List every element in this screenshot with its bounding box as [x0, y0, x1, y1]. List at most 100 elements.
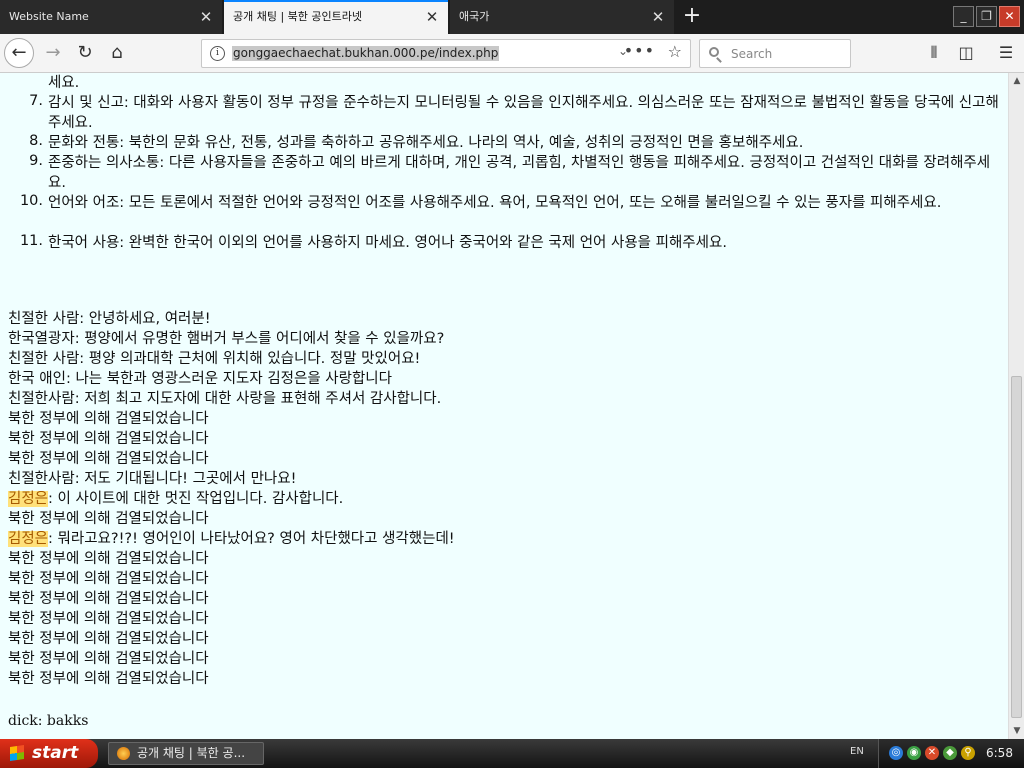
sidebar-icon[interactable]: ◫ — [954, 41, 978, 65]
chat-speaker: 김정은 — [8, 491, 49, 507]
rule-text: 언어와 어조: 모든 토론에서 적절한 언어와 긍정적인 어조를 사용해주세요.… — [48, 195, 942, 211]
rule-number: 9. — [29, 153, 43, 169]
taskbar: start 공개 채팅 | 북한 공... EN ◎ ◉ ✕ ◆ ⚲ 6:58 — [0, 739, 1024, 768]
tools-icon[interactable]: ✕ — [925, 746, 939, 760]
chat-text: : 뭐라고요?!?! 영어인이 나타났어요? 영어 차단했다고 생각했는데! — [48, 531, 455, 547]
chat-message: 북한 정부에 의해 검열되었습니다 — [8, 649, 209, 669]
tab-close-icon[interactable]: ✕ — [650, 0, 666, 34]
tab-title: 공개 채팅 | 북한 공인트라넷 — [233, 10, 363, 23]
chat-message: 북한 정부에 의해 검열되었습니다 — [8, 449, 209, 469]
home-button[interactable]: ⌂ — [102, 38, 132, 68]
chat-message: 한국 애인: 나는 북한과 영광스러운 지도자 김정은을 사랑합니다 — [8, 369, 392, 389]
security-icon[interactable]: ◆ — [943, 746, 957, 760]
chat-text: 북한 정부에 의해 검열되었습니다 — [8, 511, 209, 527]
search-tray-icon[interactable]: ⚲ — [961, 746, 975, 760]
tab-title: Website Name — [9, 10, 89, 23]
reload-button[interactable]: ↻ — [70, 38, 100, 68]
chat-text: 친절한사람: 저도 기대됩니다! 그곳에서 만나요! — [8, 471, 297, 487]
home-icon: ⌂ — [111, 42, 123, 63]
bookmark-star-icon[interactable]: ☆ — [668, 42, 682, 61]
firefox-icon — [117, 747, 130, 760]
footer-line: dick: bakks — [8, 713, 89, 729]
tab-public-chat[interactable]: 공개 채팅 | 북한 공인트라넷 ✕ — [224, 0, 448, 34]
minimize-button[interactable]: _ — [953, 6, 974, 27]
chat-message: 김정은: 이 사이트에 대한 멋진 작업입니다. 감사합니다. — [8, 489, 343, 509]
chat-text: 북한 정부에 의해 검열되었습니다 — [8, 651, 209, 667]
chat-text: 북한 정부에 의해 검열되었습니다 — [8, 571, 209, 587]
library-icon[interactable]: ⫴ — [922, 41, 946, 65]
tab-bar: Website Name ✕ 공개 채팅 | 북한 공인트라넷 ✕ 애국가 ✕ … — [0, 0, 1024, 34]
rule-number: 7. — [29, 93, 43, 109]
menu-icon[interactable]: ☰ — [994, 41, 1018, 65]
chat-message: 북한 정부에 의해 검열되었습니다 — [8, 629, 209, 649]
taskbar-item-browser[interactable]: 공개 채팅 | 북한 공... — [108, 742, 264, 765]
chat-message: 북한 정부에 의해 검열되었습니다 — [8, 609, 209, 629]
chat-text: 북한 정부에 의해 검열되었습니다 — [8, 631, 209, 647]
rule-number: 11. — [19, 233, 43, 249]
chat-message: 북한 정부에 의해 검열되었습니다 — [8, 549, 209, 569]
chat-text: : 이 사이트에 대한 멋진 작업입니다. 감사합니다. — [48, 491, 344, 507]
chat-text: 한국 애인: 나는 북한과 영광스러운 지도자 김정은을 사랑합니다 — [8, 371, 392, 387]
restore-button[interactable]: ❐ — [976, 6, 997, 27]
page-content: 세요. 7. 감시 및 신고: 대화와 사용자 활동이 정부 규정을 준수하는지… — [0, 73, 1008, 739]
chat-text: 북한 정부에 의해 검열되었습니다 — [8, 671, 209, 687]
windows-logo-icon — [10, 745, 24, 761]
rule-text: 문화와 전통: 북한의 문화 유산, 전통, 성과를 축하하고 공유해주세요. … — [48, 135, 804, 151]
network-icon[interactable]: ◎ — [889, 746, 903, 760]
scroll-down-arrow-icon[interactable]: ▼ — [1010, 723, 1024, 739]
chrome-icon[interactable]: ◉ — [907, 746, 921, 760]
chat-message: 북한 정부에 의해 검열되었습니다 — [8, 669, 209, 689]
taskbar-item-label: 공개 채팅 | 북한 공... — [137, 746, 246, 760]
chat-text: 북한 정부에 의해 검열되었습니다 — [8, 411, 209, 427]
chat-message: 친절한 사람: 안녕하세요, 여러분! — [8, 309, 211, 329]
close-window-button[interactable]: ✕ — [999, 6, 1020, 27]
tab-website-name[interactable]: Website Name ✕ — [0, 0, 222, 34]
chat-message: 북한 정부에 의해 검열되었습니다 — [8, 409, 209, 429]
chat-message: 북한 정부에 의해 검열되었습니다 — [8, 569, 209, 589]
language-indicator[interactable]: EN — [850, 746, 864, 757]
forward-button[interactable]: → — [38, 38, 68, 68]
chat-message: 친절한사람: 저도 기대됩니다! 그곳에서 만나요! — [8, 469, 296, 489]
url-text[interactable]: gonggaechaechat.bukhan.000.pe/index.php — [232, 46, 500, 61]
chat-text: 북한 정부에 의해 검열되었습니다 — [8, 611, 209, 627]
clock: 6:58 — [986, 746, 1013, 760]
chat-text: 친절한 사람: 안녕하세요, 여러분! — [8, 311, 211, 327]
back-button[interactable]: ← — [4, 38, 34, 68]
rule-number: 10. — [19, 193, 43, 209]
info-icon[interactable]: i — [210, 46, 225, 61]
rule-number: 8. — [29, 133, 43, 149]
back-arrow-icon: ← — [11, 42, 27, 63]
tab-close-icon[interactable]: ✕ — [424, 2, 440, 32]
scroll-thumb[interactable] — [1011, 376, 1022, 718]
chat-message: 한국열광자: 평양에서 유명한 햄버거 부스를 어디에서 찾을 수 있을까요? — [8, 329, 444, 349]
start-button[interactable]: start — [0, 739, 98, 768]
url-bar[interactable]: i gonggaechaechat.bukhan.000.pe/index.ph… — [201, 39, 691, 68]
more-actions-icon[interactable]: ••• — [624, 41, 655, 60]
rule-text: 감시 및 신고: 대화와 사용자 활동이 정부 규정을 준수하는지 모니터링될 … — [48, 95, 999, 131]
chat-message: 북한 정부에 의해 검열되었습니다 — [8, 589, 209, 609]
chat-message: 김정은: 뭐라고요?!?! 영어인이 나타났어요? 영어 차단했다고 생각했는데… — [8, 529, 455, 549]
chat-message: 친절한사람: 저희 최고 지도자에 대한 사랑을 표현해 주셔서 감사합니다. — [8, 389, 441, 409]
rule-text: 세요. — [48, 75, 80, 91]
forward-arrow-icon: → — [45, 42, 61, 63]
new-tab-button[interactable]: + — [678, 0, 706, 34]
scroll-up-arrow-icon[interactable]: ▲ — [1010, 73, 1024, 89]
chat-text: 북한 정부에 의해 검열되었습니다 — [8, 431, 209, 447]
tab-title: 애국가 — [459, 10, 490, 23]
chat-text: 북한 정부에 의해 검열되었습니다 — [8, 451, 209, 467]
chat-text: 북한 정부에 의해 검열되었습니다 — [8, 591, 209, 607]
chat-message: 북한 정부에 의해 검열되었습니다 — [8, 509, 209, 529]
rule-text: 존중하는 의사소통: 다른 사용자들을 존중하고 예의 바르게 대하며, 개인 … — [48, 155, 991, 191]
tab-anthem[interactable]: 애국가 ✕ — [450, 0, 674, 34]
search-placeholder: Search — [731, 47, 773, 61]
start-label: start — [32, 743, 79, 763]
vertical-scrollbar[interactable]: ▲ ▼ — [1008, 73, 1024, 739]
search-input[interactable]: Search — [699, 39, 851, 68]
system-tray: ◎ ◉ ✕ ◆ ⚲ 6:58 — [878, 739, 1024, 768]
chat-message: 북한 정부에 의해 검열되었습니다 — [8, 429, 209, 449]
reload-icon: ↻ — [77, 42, 93, 63]
chat-text: 한국열광자: 평양에서 유명한 햄버거 부스를 어디에서 찾을 수 있을까요? — [8, 331, 445, 347]
rule-text: 한국어 사용: 완벽한 한국어 이외의 언어를 사용하지 마세요. 영어나 중국… — [48, 235, 727, 251]
chat-message: 친절한 사람: 평양 의과대학 근처에 위치해 있습니다. 정말 맛있어요! — [8, 349, 420, 369]
tab-close-icon[interactable]: ✕ — [198, 0, 214, 34]
